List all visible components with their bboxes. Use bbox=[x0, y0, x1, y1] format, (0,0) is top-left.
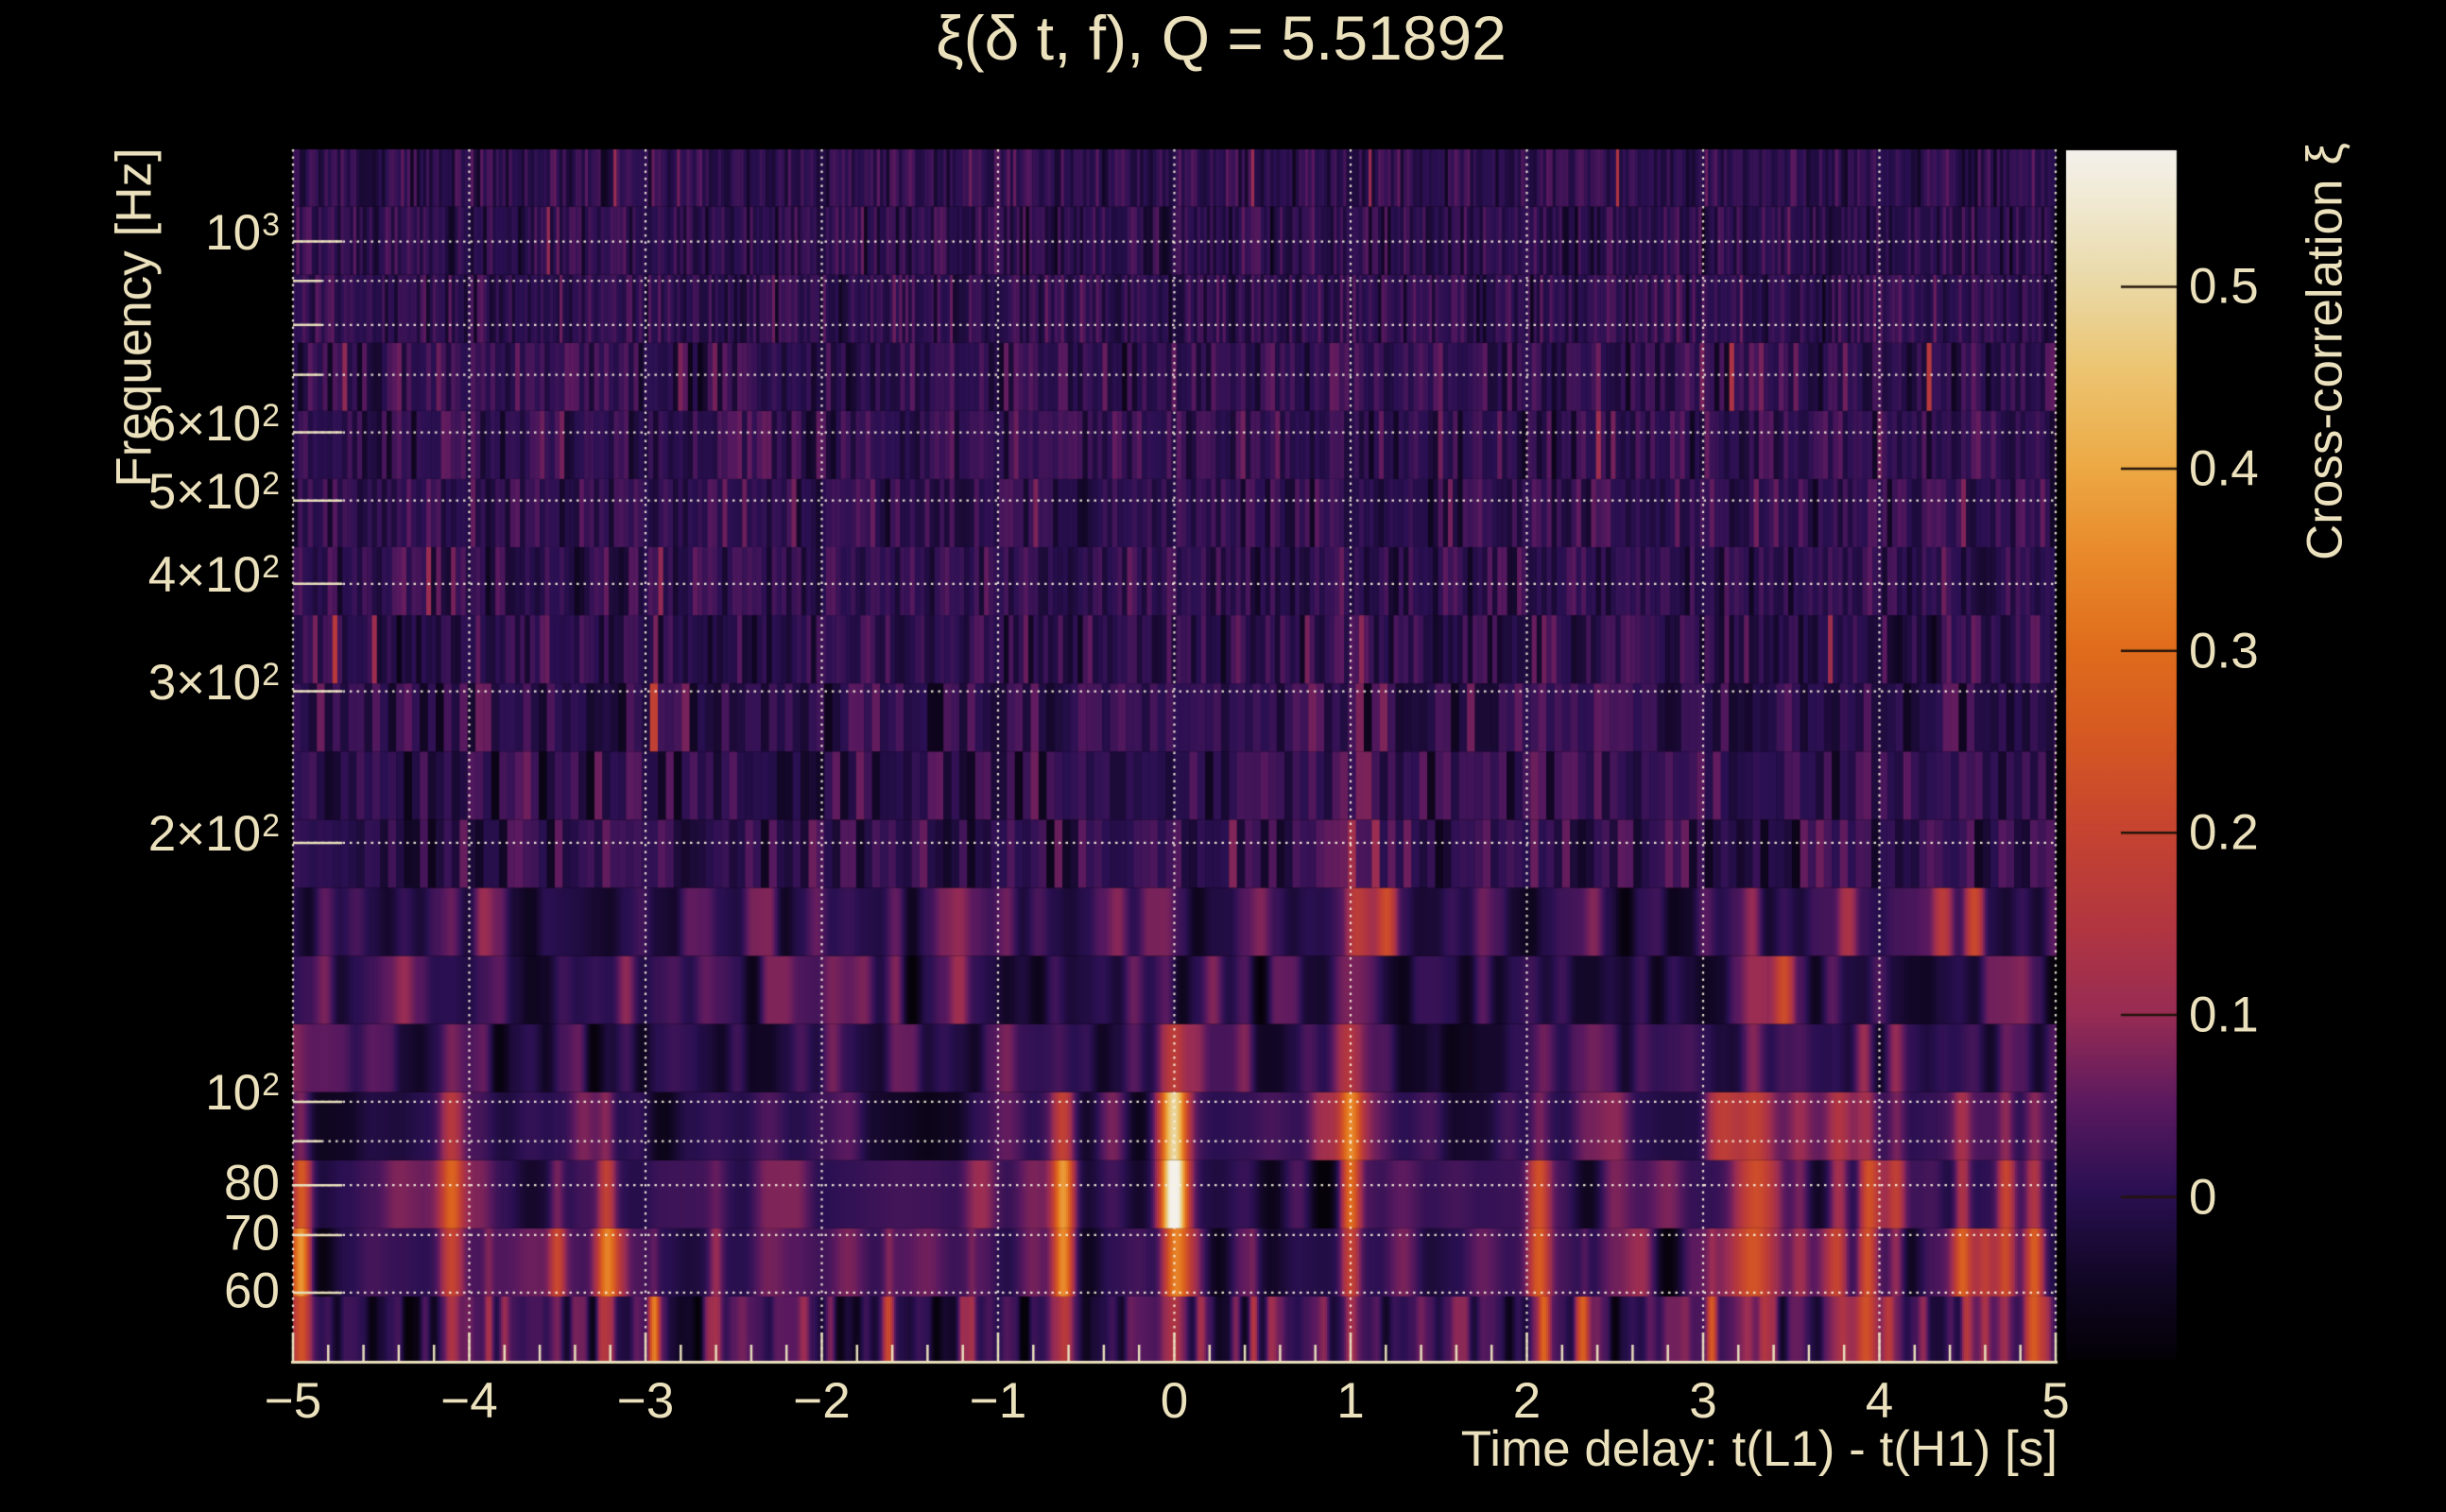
x-tick-label: 2 bbox=[1512, 1373, 1542, 1429]
y-tick-exponent: 2 bbox=[262, 397, 280, 434]
y-tick-exponent: 2 bbox=[262, 1067, 280, 1104]
y-tick-exponent: 2 bbox=[262, 808, 280, 845]
x-tick-label: −2 bbox=[793, 1373, 851, 1429]
colorbar-tick-label: 0 bbox=[2189, 1169, 2217, 1226]
y-tick-label: 103 bbox=[0, 203, 280, 262]
y-tick-label: 5×102 bbox=[0, 462, 280, 521]
y-tick-label: 60 bbox=[0, 1262, 280, 1319]
x-tick-label: 1 bbox=[1336, 1373, 1365, 1429]
x-tick-label: −4 bbox=[440, 1373, 498, 1429]
y-tick-exponent: 2 bbox=[262, 549, 280, 586]
y-tick-base: 10 bbox=[205, 1064, 262, 1121]
x-tick-label: 4 bbox=[1865, 1373, 1894, 1429]
x-tick-label: 3 bbox=[1689, 1373, 1717, 1429]
y-tick-label: 2×102 bbox=[0, 804, 280, 863]
x-tick-label: 5 bbox=[2041, 1373, 2070, 1429]
y-tick-base: 4×10 bbox=[147, 546, 262, 603]
y-tick-base: 10 bbox=[205, 204, 262, 261]
root-window: ξ(δ t, f), Q = 5.51892 Frequency [Hz] Ti… bbox=[0, 0, 2446, 1512]
y-tick-exponent: 2 bbox=[262, 465, 280, 502]
y-tick-base: 6×10 bbox=[147, 395, 262, 452]
chart-title: ξ(δ t, f), Q = 5.51892 bbox=[936, 3, 1507, 73]
colorbar-tick-label: 0.4 bbox=[2189, 440, 2259, 497]
y-tick-base: 80 bbox=[224, 1155, 280, 1211]
y-tick-base: 2×10 bbox=[147, 805, 262, 862]
y-tick-label: 102 bbox=[0, 1063, 280, 1122]
y-tick-base: 70 bbox=[224, 1205, 280, 1262]
y-tick-exponent: 3 bbox=[262, 206, 280, 243]
x-tick-label: −3 bbox=[616, 1373, 675, 1429]
y-tick-label: 4×102 bbox=[0, 545, 280, 604]
colorbar-title: Cross-correlation ξ bbox=[2297, 143, 2353, 560]
x-tick-label: 0 bbox=[1160, 1373, 1189, 1429]
y-tick-exponent: 2 bbox=[262, 656, 280, 693]
x-tick-label: −5 bbox=[264, 1373, 322, 1429]
y-tick-base: 5×10 bbox=[147, 463, 262, 520]
colorbar-tick-label: 0.5 bbox=[2189, 258, 2259, 315]
cross-correlation-heatmap-canvas bbox=[0, 0, 2446, 1512]
colorbar-tick-label: 0.1 bbox=[2189, 987, 2259, 1043]
x-tick-label: −1 bbox=[969, 1373, 1027, 1429]
y-tick-base: 3×10 bbox=[147, 654, 262, 711]
x-axis-title: Time delay: t(L1) - t(H1) [s] bbox=[1460, 1421, 2058, 1477]
y-tick-base: 60 bbox=[224, 1263, 280, 1319]
colorbar-tick-label: 0.2 bbox=[2189, 804, 2259, 861]
colorbar-tick-label: 0.3 bbox=[2189, 623, 2259, 679]
y-tick-label: 70 bbox=[0, 1204, 280, 1262]
y-tick-label: 6×102 bbox=[0, 394, 280, 453]
y-tick-label: 3×102 bbox=[0, 653, 280, 712]
